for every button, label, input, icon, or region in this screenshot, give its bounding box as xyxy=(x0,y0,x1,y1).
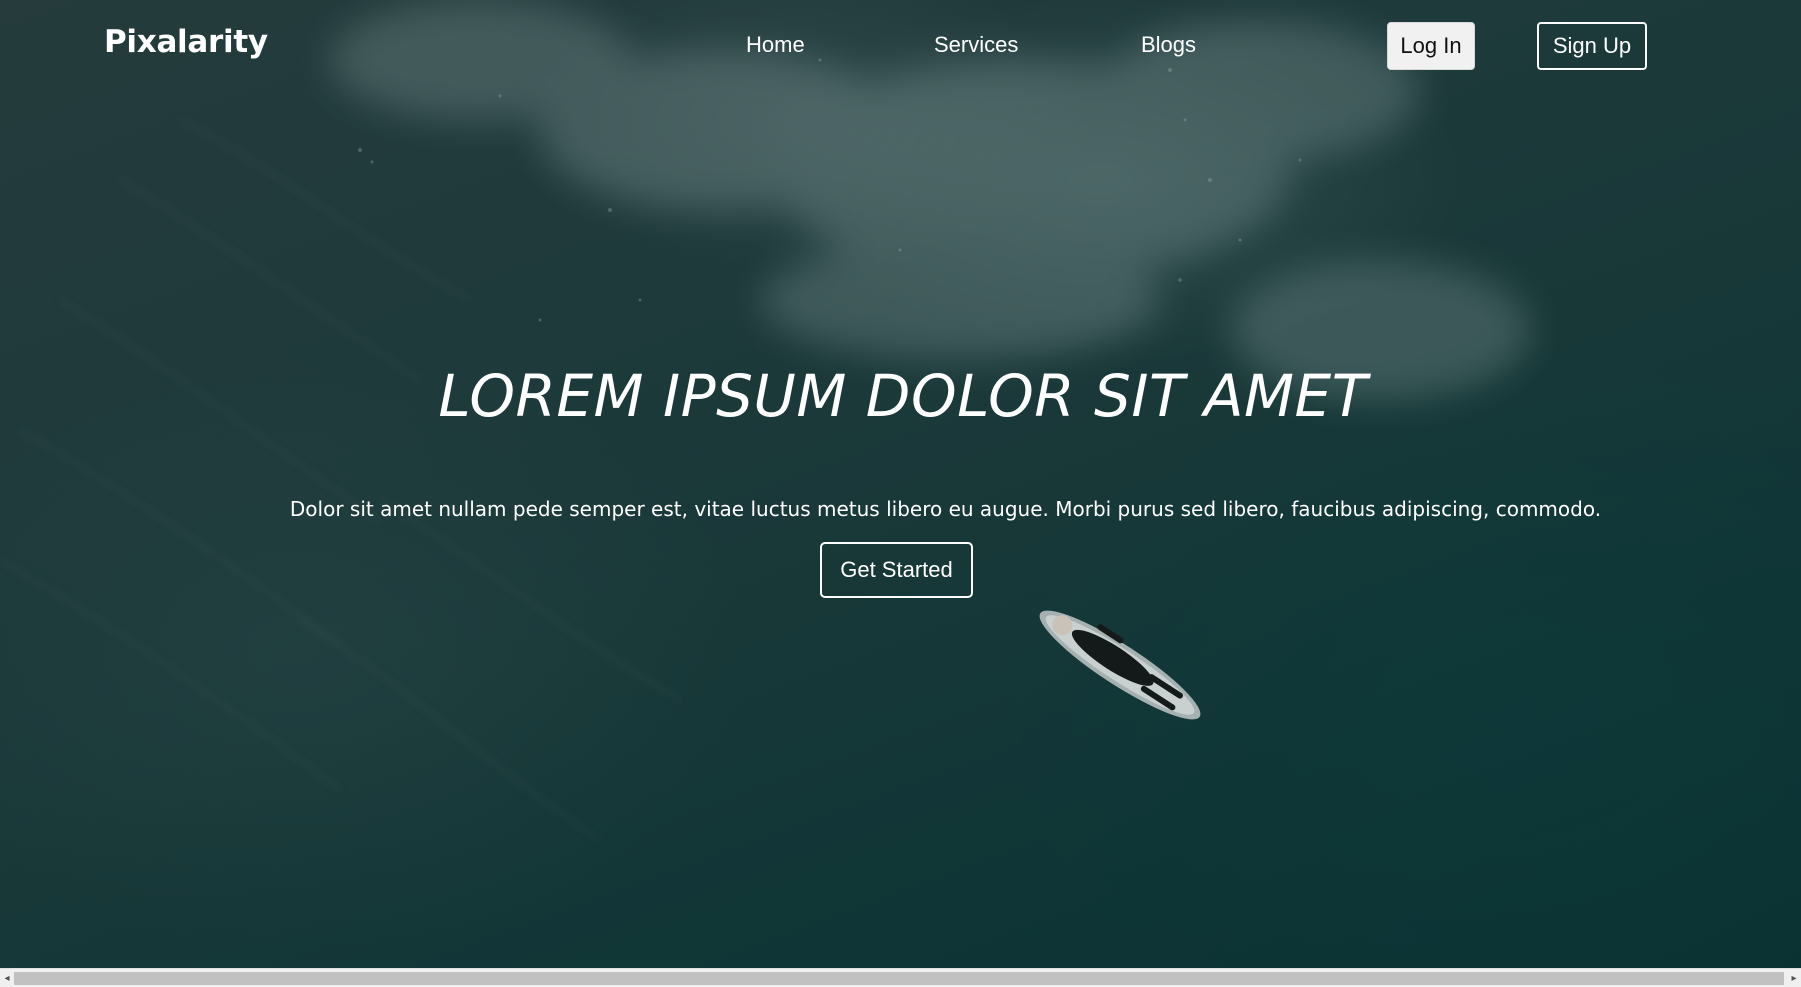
horizontal-scrollbar[interactable]: ◂ ▸ xyxy=(0,968,1801,987)
scrollbar-thumb[interactable] xyxy=(14,972,1784,985)
brand-logo[interactable]: Pixalarity xyxy=(104,24,268,60)
chevron-left-icon[interactable]: ◂ xyxy=(0,969,14,987)
hero-title: LOREM IPSUM DOLOR SIT AMET xyxy=(438,362,1368,430)
top-navbar: Pixalarity Home Services Blogs Log In Si… xyxy=(0,0,1801,92)
chevron-right-icon[interactable]: ▸ xyxy=(1787,969,1801,987)
login-button[interactable]: Log In xyxy=(1387,22,1475,70)
nav-link-home[interactable]: Home xyxy=(746,32,805,58)
nav-link-services[interactable]: Services xyxy=(934,32,1018,58)
landing-page: Pixalarity Home Services Blogs Log In Si… xyxy=(0,0,1801,987)
nav-link-blogs[interactable]: Blogs xyxy=(1141,32,1196,58)
surfer-illustration xyxy=(1039,610,1201,720)
signup-button[interactable]: Sign Up xyxy=(1537,22,1647,70)
get-started-button[interactable]: Get Started xyxy=(820,542,973,598)
ocean-texture xyxy=(0,0,1530,841)
hero-background-image xyxy=(0,0,1801,968)
hero-subtitle: Dolor sit amet nullam pede semper est, v… xyxy=(289,497,1602,521)
